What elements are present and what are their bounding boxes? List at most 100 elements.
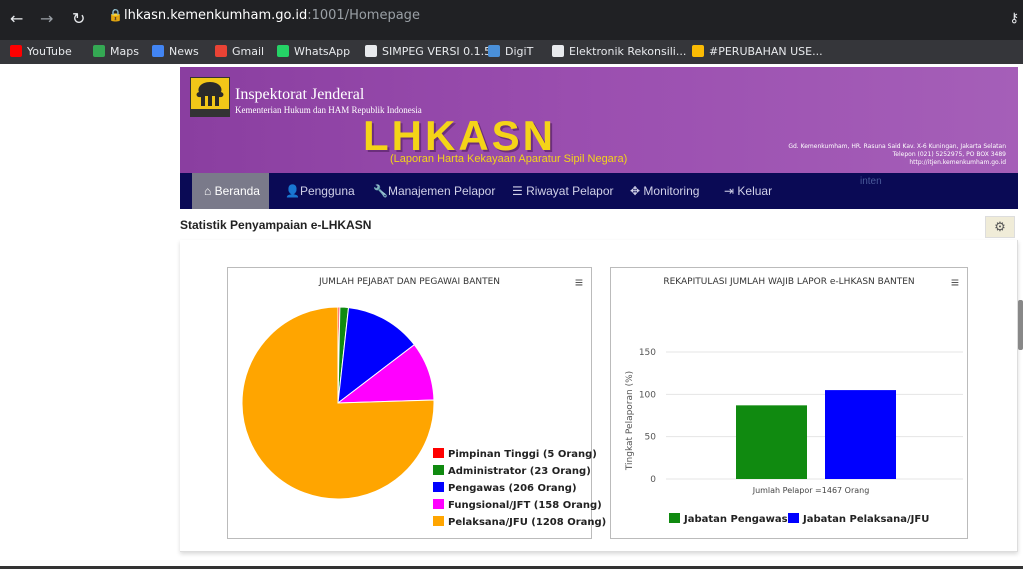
bookmark-youtube[interactable]: YouTube [10, 45, 72, 58]
bookmark-whatsapp[interactable]: WhatsApp [277, 45, 350, 58]
address-line: Telepon (021) 5252975, PO BOX 3489 [892, 151, 1006, 158]
bookmark-label: YouTube [27, 45, 72, 58]
nav-item-label: Monitoring [643, 184, 700, 198]
bookmark-label: News [169, 45, 199, 58]
y-axis-label: Tingkat Pelaporan (%) [625, 371, 635, 471]
bookmark-label: #PERUBAHAN USE... [709, 45, 823, 58]
legend-swatch [433, 448, 444, 458]
legend-label: Pengawas (206 Orang) [448, 483, 577, 494]
site-banner: Inspektorat Jenderal Kementerian Hukum d… [180, 67, 1018, 173]
home-icon: ⌂ [204, 184, 212, 198]
nav-item-label: Manajemen Pelapor [387, 184, 496, 198]
app-subtitle: (Laporan Harta Kekayaan Aparatur Sipil N… [390, 153, 628, 165]
maps-icon [93, 45, 105, 57]
settings-button[interactable]: ⚙ [985, 216, 1015, 238]
nav-item-beranda[interactable]: ⌂ Beranda [192, 173, 269, 209]
bookmark-label: Gmail [232, 45, 265, 58]
nav-faded-text: inten [860, 176, 882, 187]
main-navbar: ⌂ Beranda 👤Pengguna 🔧Manajemen Pelapor ☰… [180, 173, 1018, 209]
globe-icon [365, 45, 377, 57]
legend-swatch [669, 513, 680, 523]
legend-item[interactable]: Jabatan Pelaksana/JFU [788, 513, 929, 525]
nav-item-manajemen-pelapor[interactable]: 🔧Manajemen Pelapor [361, 173, 507, 209]
legend-item[interactable]: Pimpinan Tinggi (5 Orang) [433, 448, 597, 460]
bookmark-simpeg-versi-0-1-5[interactable]: SIMPEG VERSI 0.1.5 [365, 45, 491, 58]
bookmark-label: Elektronik Rekonsili... [569, 45, 687, 58]
bookmark-gmail[interactable]: Gmail [215, 45, 264, 58]
office-address: Gd. Kemenkumham, HR. Rasuna Said Kav. X-… [788, 143, 1006, 167]
bar [825, 390, 896, 479]
legend-item[interactable]: Jabatan Pengawas [669, 513, 788, 525]
news-icon [152, 45, 164, 57]
scrollbar-handle[interactable] [1018, 300, 1023, 350]
legend-label: Administrator (23 Orang) [448, 466, 591, 477]
reload-icon[interactable]: ↻ [72, 9, 85, 28]
legend-swatch [433, 499, 444, 509]
move-icon: ✥ [630, 184, 641, 198]
emblem-ribbon [191, 109, 229, 116]
nav-item-label: Riwayat Pelapor [526, 184, 614, 198]
bookmark-maps[interactable]: Maps [93, 45, 139, 58]
legend-label: Jabatan Pengawas [684, 514, 788, 525]
doc-icon [488, 45, 500, 57]
bookmark-perubahan-use[interactable]: #PERUBAHAN USE... [692, 45, 823, 58]
legend-swatch [433, 482, 444, 492]
browser-address-bar: ← → ↻ 🔒 lhkasn.kemenkumham.go.id:1001/Ho… [0, 0, 1023, 40]
bookmark-news[interactable]: News [152, 45, 199, 58]
legend-item[interactable]: Pelaksana/JFU (1208 Orang) [433, 516, 606, 528]
url-host: lhkasn.kemenkumham.go.id [124, 8, 308, 23]
legend-item[interactable]: Administrator (23 Orang) [433, 465, 591, 477]
url-field[interactable]: lhkasn.kemenkumham.go.id:1001/Homepage [124, 8, 420, 23]
emblem-logo [190, 77, 230, 117]
key-icon[interactable]: ⚷ [1009, 10, 1019, 26]
url-path: :1001/Homepage [307, 8, 420, 23]
legend-label: Fungsional/JFT (158 Orang) [448, 500, 602, 511]
nav-item-monitoring[interactable]: ✥ Monitoring [618, 173, 711, 209]
bookmark-elektronik-rekonsili[interactable]: Elektronik Rekonsili... [552, 45, 686, 58]
legend-swatch [433, 516, 444, 526]
legend-label: Jabatan Pelaksana/JFU [803, 514, 930, 525]
bar [736, 405, 807, 479]
legend-item[interactable]: Pengawas (206 Orang) [433, 482, 577, 494]
pie-chart-card: JUMLAH PEJABAT DAN PEGAWAI BANTEN ≡ Pimp… [227, 267, 606, 539]
y-tick-label: 0 [650, 475, 656, 485]
nav-item-label: Keluar [737, 184, 773, 198]
legend-label: Pelaksana/JFU (1208 Orang) [448, 517, 607, 528]
page-title: Statistik Penyampaian e-LHKASN [180, 218, 372, 232]
forward-arrow-icon[interactable]: → [40, 9, 53, 28]
header-title: Inspektorat Jenderal [235, 86, 365, 103]
legend-swatch [433, 465, 444, 475]
y-tick-label: 100 [639, 390, 656, 400]
drive-icon [692, 45, 704, 57]
bookmark-label: DigiT [505, 45, 534, 58]
address-line: http://itjen.kemenkumham.go.id [909, 159, 1006, 166]
globe-icon [552, 45, 564, 57]
user-icon: 👤 [285, 184, 300, 198]
back-arrow-icon[interactable]: ← [10, 9, 23, 28]
bar-chart-card: REKAPITULASI JUMLAH WAJIB LAPOR e-LHKASN… [610, 267, 968, 539]
nav-item-label: Pengguna [299, 184, 355, 198]
bookmark-digit[interactable]: DigiT [488, 45, 533, 58]
legend-swatch [788, 513, 799, 523]
nav-item-pengguna[interactable]: 👤Pengguna [273, 173, 367, 209]
y-tick-label: 50 [645, 433, 657, 443]
gmail-icon [215, 45, 227, 57]
bookmark-label: WhatsApp [294, 45, 351, 58]
gear-icon: ⚙ [994, 219, 1006, 234]
nav-item-keluar[interactable]: ⇥ Keluar [712, 173, 784, 209]
whatsapp-icon [277, 45, 289, 57]
legend-item[interactable]: Fungsional/JFT (158 Orang) [433, 499, 602, 511]
wrench-icon: 🔧 [373, 184, 388, 198]
bookmark-label: Maps [110, 45, 139, 58]
list-icon: ☰ [512, 184, 523, 198]
bookmark-label: SIMPEG VERSI 0.1.5 [382, 45, 492, 58]
legend-label: Pimpinan Tinggi (5 Orang) [448, 449, 597, 460]
nav-item-riwayat-pelapor[interactable]: ☰ Riwayat Pelapor [500, 173, 625, 209]
lock-icon[interactable]: 🔒 [108, 8, 123, 22]
x-axis-label: Jumlah Pelapor =1467 Orang [752, 486, 870, 495]
bar-chart: 0 50 100 150 Tingkat Pelaporan (%) Jumlah Pel… [625, 348, 963, 495]
nav-item-label: Beranda [214, 184, 260, 198]
y-tick-label: 150 [639, 348, 656, 358]
address-line: Gd. Kemenkumham, HR. Rasuna Said Kav. X-… [788, 143, 1006, 150]
logout-icon: ⇥ [724, 184, 735, 198]
